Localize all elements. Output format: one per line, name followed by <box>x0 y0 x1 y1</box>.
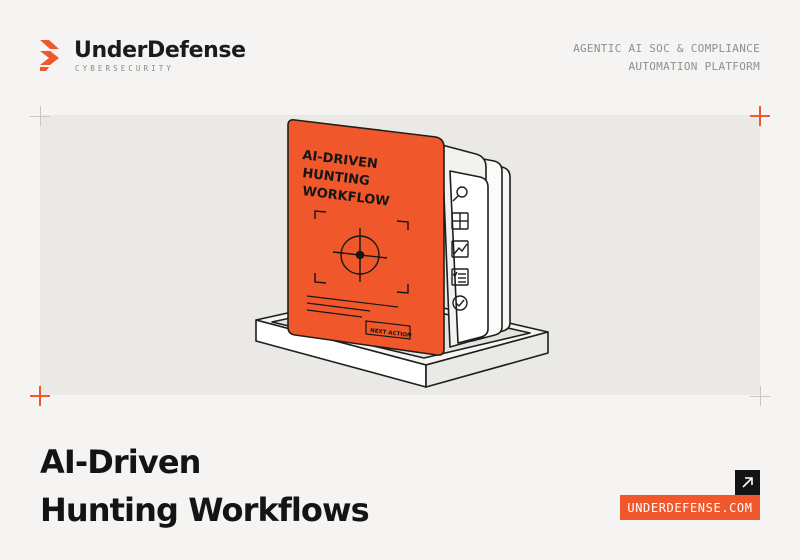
brand-logo: UnderDefense CYBERSECURITY <box>40 38 246 74</box>
brand-name: UnderDefense <box>74 38 246 63</box>
front-card: AI-DRIVEN HUNTING WORKFLOW NEXT ACTION <box>287 119 445 356</box>
tagline: AGENTIC AI SOC & COMPLIANCE AUTOMATION P… <box>573 40 760 76</box>
page-title: AI-Driven Hunting Workflows <box>40 438 370 534</box>
title-line-2: Hunting Workflows <box>40 491 370 529</box>
card-rack-illustration: AI-DRIVEN HUNTING WORKFLOW NEXT ACTION <box>255 119 549 388</box>
corner-cross-bottom-right <box>750 386 770 406</box>
brand-subtitle: CYBERSECURITY <box>75 64 174 73</box>
arrow-up-right-icon <box>742 477 753 488</box>
logo-mark-icon <box>40 40 59 71</box>
tagline-line-1: AGENTIC AI SOC & COMPLIANCE <box>573 42 760 55</box>
tagline-line-2: AUTOMATION PLATFORM <box>628 60 760 73</box>
corner-cross-top-right <box>750 106 770 126</box>
open-link-button[interactable] <box>735 470 760 495</box>
website-link-button[interactable]: UNDERDEFENSE.COM <box>620 495 760 520</box>
title-line-1: AI-Driven <box>40 443 201 481</box>
hero-illustration: AI-DRIVEN HUNTING WORKFLOW NEXT ACTION <box>40 115 760 395</box>
corner-cross-bottom-left <box>30 386 50 406</box>
corner-cross-top-left <box>30 106 50 126</box>
